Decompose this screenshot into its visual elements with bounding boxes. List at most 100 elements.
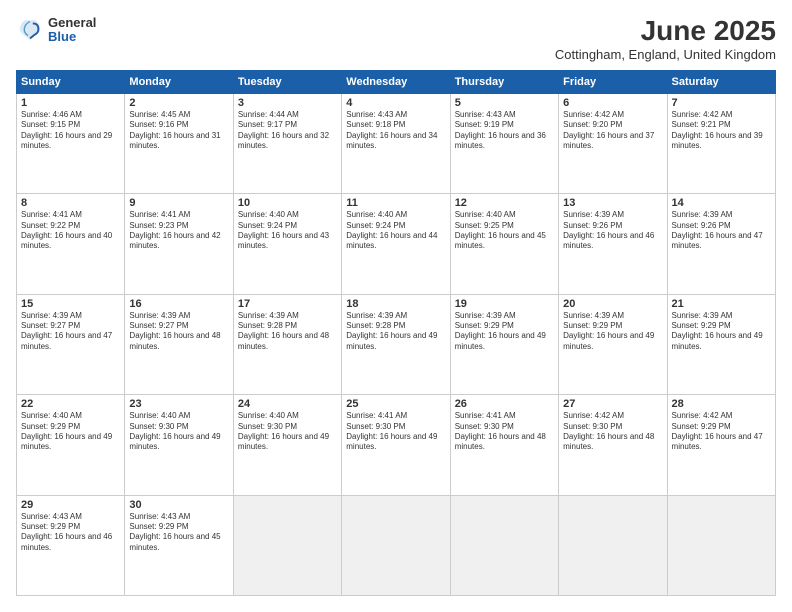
day-number: 22 bbox=[21, 398, 120, 410]
day-number: 18 bbox=[346, 298, 445, 310]
table-row bbox=[559, 495, 667, 595]
day-info: Sunrise: 4:39 AMSunset: 9:26 PMDaylight:… bbox=[563, 210, 662, 252]
day-info: Sunrise: 4:39 AMSunset: 9:28 PMDaylight:… bbox=[346, 311, 445, 353]
day-number: 26 bbox=[455, 398, 554, 410]
table-row: 19Sunrise: 4:39 AMSunset: 9:29 PMDayligh… bbox=[450, 294, 558, 394]
day-number: 25 bbox=[346, 398, 445, 410]
logo-icon bbox=[16, 16, 44, 44]
table-row: 28Sunrise: 4:42 AMSunset: 9:29 PMDayligh… bbox=[667, 395, 775, 495]
location: Cottingham, England, United Kingdom bbox=[555, 47, 776, 62]
day-number: 9 bbox=[129, 197, 228, 209]
day-info: Sunrise: 4:39 AMSunset: 9:27 PMDaylight:… bbox=[21, 311, 120, 353]
table-row bbox=[667, 495, 775, 595]
day-number: 13 bbox=[563, 197, 662, 209]
day-info: Sunrise: 4:40 AMSunset: 9:25 PMDaylight:… bbox=[455, 210, 554, 252]
logo-text: General Blue bbox=[48, 16, 96, 45]
month-title: June 2025 bbox=[555, 16, 776, 47]
day-number: 29 bbox=[21, 499, 120, 511]
day-info: Sunrise: 4:43 AMSunset: 9:29 PMDaylight:… bbox=[21, 512, 120, 554]
day-number: 17 bbox=[238, 298, 337, 310]
day-number: 7 bbox=[672, 97, 771, 109]
day-number: 1 bbox=[21, 97, 120, 109]
table-row: 14Sunrise: 4:39 AMSunset: 9:26 PMDayligh… bbox=[667, 194, 775, 294]
day-info: Sunrise: 4:43 AMSunset: 9:19 PMDaylight:… bbox=[455, 110, 554, 152]
day-info: Sunrise: 4:42 AMSunset: 9:29 PMDaylight:… bbox=[672, 411, 771, 453]
day-number: 16 bbox=[129, 298, 228, 310]
table-row: 8Sunrise: 4:41 AMSunset: 9:22 PMDaylight… bbox=[17, 194, 125, 294]
day-info: Sunrise: 4:41 AMSunset: 9:30 PMDaylight:… bbox=[455, 411, 554, 453]
day-info: Sunrise: 4:39 AMSunset: 9:27 PMDaylight:… bbox=[129, 311, 228, 353]
day-info: Sunrise: 4:39 AMSunset: 9:29 PMDaylight:… bbox=[672, 311, 771, 353]
day-info: Sunrise: 4:39 AMSunset: 9:26 PMDaylight:… bbox=[672, 210, 771, 252]
col-monday: Monday bbox=[125, 70, 233, 93]
day-number: 23 bbox=[129, 398, 228, 410]
table-row: 10Sunrise: 4:40 AMSunset: 9:24 PMDayligh… bbox=[233, 194, 341, 294]
day-info: Sunrise: 4:40 AMSunset: 9:24 PMDaylight:… bbox=[346, 210, 445, 252]
day-number: 24 bbox=[238, 398, 337, 410]
day-info: Sunrise: 4:45 AMSunset: 9:16 PMDaylight:… bbox=[129, 110, 228, 152]
calendar-header-row: Sunday Monday Tuesday Wednesday Thursday… bbox=[17, 70, 776, 93]
header: General Blue June 2025 Cottingham, Engla… bbox=[16, 16, 776, 62]
table-row: 16Sunrise: 4:39 AMSunset: 9:27 PMDayligh… bbox=[125, 294, 233, 394]
col-tuesday: Tuesday bbox=[233, 70, 341, 93]
calendar-week-row: 29Sunrise: 4:43 AMSunset: 9:29 PMDayligh… bbox=[17, 495, 776, 595]
col-thursday: Thursday bbox=[450, 70, 558, 93]
table-row: 9Sunrise: 4:41 AMSunset: 9:23 PMDaylight… bbox=[125, 194, 233, 294]
day-info: Sunrise: 4:40 AMSunset: 9:30 PMDaylight:… bbox=[238, 411, 337, 453]
table-row: 11Sunrise: 4:40 AMSunset: 9:24 PMDayligh… bbox=[342, 194, 450, 294]
day-info: Sunrise: 4:41 AMSunset: 9:30 PMDaylight:… bbox=[346, 411, 445, 453]
calendar-week-row: 22Sunrise: 4:40 AMSunset: 9:29 PMDayligh… bbox=[17, 395, 776, 495]
table-row: 6Sunrise: 4:42 AMSunset: 9:20 PMDaylight… bbox=[559, 93, 667, 193]
day-number: 15 bbox=[21, 298, 120, 310]
day-number: 11 bbox=[346, 197, 445, 209]
table-row: 2Sunrise: 4:45 AMSunset: 9:16 PMDaylight… bbox=[125, 93, 233, 193]
day-info: Sunrise: 4:39 AMSunset: 9:28 PMDaylight:… bbox=[238, 311, 337, 353]
table-row: 3Sunrise: 4:44 AMSunset: 9:17 PMDaylight… bbox=[233, 93, 341, 193]
logo: General Blue bbox=[16, 16, 96, 45]
logo-general: General bbox=[48, 16, 96, 30]
day-number: 12 bbox=[455, 197, 554, 209]
day-info: Sunrise: 4:41 AMSunset: 9:23 PMDaylight:… bbox=[129, 210, 228, 252]
logo-blue: Blue bbox=[48, 30, 96, 44]
day-info: Sunrise: 4:40 AMSunset: 9:29 PMDaylight:… bbox=[21, 411, 120, 453]
day-number: 10 bbox=[238, 197, 337, 209]
calendar-week-row: 15Sunrise: 4:39 AMSunset: 9:27 PMDayligh… bbox=[17, 294, 776, 394]
day-number: 4 bbox=[346, 97, 445, 109]
day-number: 21 bbox=[672, 298, 771, 310]
day-info: Sunrise: 4:40 AMSunset: 9:30 PMDaylight:… bbox=[129, 411, 228, 453]
table-row: 21Sunrise: 4:39 AMSunset: 9:29 PMDayligh… bbox=[667, 294, 775, 394]
day-info: Sunrise: 4:42 AMSunset: 9:21 PMDaylight:… bbox=[672, 110, 771, 152]
calendar-week-row: 1Sunrise: 4:46 AMSunset: 9:15 PMDaylight… bbox=[17, 93, 776, 193]
table-row: 18Sunrise: 4:39 AMSunset: 9:28 PMDayligh… bbox=[342, 294, 450, 394]
table-row: 12Sunrise: 4:40 AMSunset: 9:25 PMDayligh… bbox=[450, 194, 558, 294]
day-number: 6 bbox=[563, 97, 662, 109]
table-row: 23Sunrise: 4:40 AMSunset: 9:30 PMDayligh… bbox=[125, 395, 233, 495]
table-row: 17Sunrise: 4:39 AMSunset: 9:28 PMDayligh… bbox=[233, 294, 341, 394]
col-sunday: Sunday bbox=[17, 70, 125, 93]
day-number: 28 bbox=[672, 398, 771, 410]
table-row: 1Sunrise: 4:46 AMSunset: 9:15 PMDaylight… bbox=[17, 93, 125, 193]
table-row bbox=[342, 495, 450, 595]
day-info: Sunrise: 4:43 AMSunset: 9:18 PMDaylight:… bbox=[346, 110, 445, 152]
day-number: 5 bbox=[455, 97, 554, 109]
table-row: 7Sunrise: 4:42 AMSunset: 9:21 PMDaylight… bbox=[667, 93, 775, 193]
table-row: 24Sunrise: 4:40 AMSunset: 9:30 PMDayligh… bbox=[233, 395, 341, 495]
day-number: 27 bbox=[563, 398, 662, 410]
table-row: 27Sunrise: 4:42 AMSunset: 9:30 PMDayligh… bbox=[559, 395, 667, 495]
day-info: Sunrise: 4:43 AMSunset: 9:29 PMDaylight:… bbox=[129, 512, 228, 554]
table-row: 29Sunrise: 4:43 AMSunset: 9:29 PMDayligh… bbox=[17, 495, 125, 595]
day-info: Sunrise: 4:41 AMSunset: 9:22 PMDaylight:… bbox=[21, 210, 120, 252]
col-saturday: Saturday bbox=[667, 70, 775, 93]
calendar-week-row: 8Sunrise: 4:41 AMSunset: 9:22 PMDaylight… bbox=[17, 194, 776, 294]
day-number: 19 bbox=[455, 298, 554, 310]
table-row: 20Sunrise: 4:39 AMSunset: 9:29 PMDayligh… bbox=[559, 294, 667, 394]
day-number: 14 bbox=[672, 197, 771, 209]
col-wednesday: Wednesday bbox=[342, 70, 450, 93]
day-info: Sunrise: 4:40 AMSunset: 9:24 PMDaylight:… bbox=[238, 210, 337, 252]
day-info: Sunrise: 4:42 AMSunset: 9:20 PMDaylight:… bbox=[563, 110, 662, 152]
day-info: Sunrise: 4:39 AMSunset: 9:29 PMDaylight:… bbox=[563, 311, 662, 353]
day-info: Sunrise: 4:42 AMSunset: 9:30 PMDaylight:… bbox=[563, 411, 662, 453]
table-row: 13Sunrise: 4:39 AMSunset: 9:26 PMDayligh… bbox=[559, 194, 667, 294]
day-info: Sunrise: 4:39 AMSunset: 9:29 PMDaylight:… bbox=[455, 311, 554, 353]
day-number: 20 bbox=[563, 298, 662, 310]
